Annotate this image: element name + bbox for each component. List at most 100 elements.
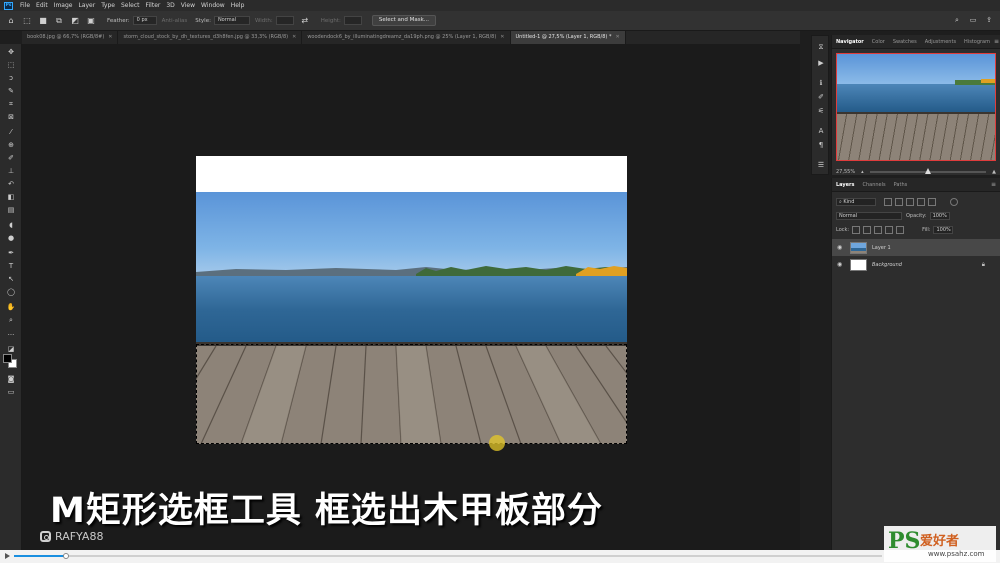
zoom-in-icon[interactable]: ▲ [992, 169, 996, 175]
clone-stamp-tool-icon[interactable]: ⊥ [5, 166, 17, 176]
tab-untitled-1[interactable]: Untitled-1 @ 27,5% (Layer 1, RGB/8) * ✕ [510, 31, 626, 44]
menu-layer[interactable]: Layer [75, 0, 98, 11]
feather-input[interactable]: 0 px [132, 16, 157, 25]
marquee-preset-icon[interactable]: ⬚ [22, 16, 32, 26]
close-icon[interactable]: ✕ [292, 31, 296, 44]
character-panel-icon[interactable]: A [816, 126, 826, 136]
close-icon[interactable]: ✕ [500, 31, 504, 44]
layer-filter-select[interactable]: ⌕ Kind [836, 198, 876, 206]
zoom-out-icon[interactable]: ▴ [861, 169, 864, 175]
fill-input[interactable]: 100% [933, 226, 954, 234]
pen-tool-icon[interactable]: ✒ [5, 248, 17, 258]
close-icon[interactable]: ✕ [615, 31, 619, 44]
hand-tool-icon[interactable]: ✋ [5, 302, 17, 312]
tab-swatches[interactable]: Swatches [889, 35, 921, 49]
crop-tool-icon[interactable]: ⌗ [5, 99, 17, 109]
quick-selection-tool-icon[interactable]: ✎ [5, 86, 17, 96]
tab-storm-cloud[interactable]: storm_cloud_stock_by_dh_textures_d3h8fen… [118, 31, 303, 44]
menu-help[interactable]: Help [228, 0, 248, 11]
panel-menu-icon[interactable]: ≡ [991, 181, 996, 188]
menu-image[interactable]: Image [51, 0, 76, 11]
brush-tool-icon[interactable]: ✐ [5, 153, 17, 163]
more-tools-icon[interactable]: ··· [5, 330, 17, 340]
eye-icon[interactable]: ◉ [837, 261, 845, 268]
add-selection-icon[interactable]: ⧉ [54, 16, 64, 26]
opacity-input[interactable]: 100% [929, 212, 950, 220]
tab-histogram[interactable]: Histogram [960, 35, 994, 49]
width-input[interactable] [275, 16, 294, 25]
tab-layers[interactable]: Layers [832, 178, 859, 192]
tab-book08[interactable]: book08.jpg @ 66,7% (RGB/8#) ✕ [22, 31, 119, 44]
workspace-icon[interactable]: ▭ [968, 15, 978, 25]
eraser-tool-icon[interactable]: ◧ [5, 192, 17, 202]
move-tool-icon[interactable]: ✥ [5, 47, 17, 57]
tab-color[interactable]: Color [868, 35, 889, 49]
swap-dimensions-icon[interactable]: ⇄ [300, 16, 310, 26]
lasso-tool-icon[interactable]: ↄ [5, 73, 17, 83]
home-icon[interactable]: ⌂ [6, 16, 16, 26]
brush-settings-icon[interactable]: ℹ [816, 78, 826, 88]
marquee-selection[interactable] [196, 344, 627, 444]
lock-image-icon[interactable] [863, 226, 872, 234]
menu-select[interactable]: Select [118, 0, 143, 11]
tab-navigator[interactable]: Navigator [832, 35, 868, 49]
photoshop-logo-icon[interactable]: Ps [4, 1, 13, 10]
subtract-selection-icon[interactable]: ◩ [70, 16, 80, 26]
lock-artboard-icon[interactable] [885, 226, 894, 234]
dodge-tool-icon[interactable]: ● [5, 233, 17, 243]
blur-tool-icon[interactable]: ◖ [5, 220, 17, 230]
eye-icon[interactable]: ◉ [837, 244, 845, 251]
filter-type-icon[interactable] [906, 198, 914, 206]
filter-pixel-icon[interactable] [884, 198, 892, 206]
tab-channels[interactable]: Channels [859, 178, 890, 192]
ellipse-tool-icon[interactable]: ◯ [5, 287, 17, 297]
play-icon[interactable] [5, 553, 10, 559]
quick-mask-icon[interactable]: ◙ [5, 374, 17, 384]
layer-row-background[interactable]: ◉ Background 🔒︎ [832, 256, 1000, 273]
search-icon[interactable]: ⌕ [952, 15, 962, 25]
filter-shape-icon[interactable] [917, 198, 925, 206]
lock-transparent-icon[interactable] [852, 226, 861, 234]
zoom-percent[interactable]: 27,55% [836, 169, 855, 175]
filter-smart-object-icon[interactable] [928, 198, 936, 206]
tab-wooden-dock[interactable]: woodendock6_by_illuminatingdreamz_da19ph… [302, 31, 511, 44]
clone-source-icon[interactable]: ⚟ [816, 106, 826, 116]
video-progress-knob[interactable] [63, 553, 70, 559]
menu-3d[interactable]: 3D [163, 0, 177, 11]
close-icon[interactable]: ✕ [108, 31, 112, 44]
filter-adjustment-icon[interactable] [895, 198, 903, 206]
eyedropper-tool-icon[interactable]: ⁄ [5, 127, 17, 137]
new-selection-icon[interactable]: ■ [38, 16, 48, 26]
lock-all-icon[interactable] [896, 226, 905, 234]
rectangular-marquee-tool-icon[interactable]: ⬚ [5, 60, 17, 70]
menu-edit[interactable]: Edit [33, 0, 51, 11]
properties-panel-icon[interactable]: ☰ [816, 160, 826, 170]
healing-brush-tool-icon[interactable]: ⊕ [5, 140, 17, 150]
menu-type[interactable]: Type [98, 0, 118, 11]
share-icon[interactable]: ⇪ [984, 15, 994, 25]
menu-file[interactable]: File [17, 0, 33, 11]
zoom-slider-knob[interactable] [924, 168, 931, 174]
height-input[interactable] [343, 16, 362, 25]
zoom-slider[interactable] [869, 168, 987, 174]
intersect-selection-icon[interactable]: ▣ [86, 16, 96, 26]
style-select[interactable]: Normal [213, 16, 250, 25]
navigator-preview[interactable] [836, 53, 996, 161]
layer-row-layer-1[interactable]: ◉ Layer 1 [832, 239, 1000, 256]
menu-window[interactable]: Window [198, 0, 228, 11]
path-selection-tool-icon[interactable]: ↖ [5, 274, 17, 284]
zoom-tool-icon[interactable]: ⌕ [5, 315, 17, 325]
type-tool-icon[interactable]: T [5, 261, 17, 271]
video-progress-track[interactable] [14, 553, 882, 559]
antialias-checkbox[interactable]: Anti-alias [162, 18, 188, 24]
document-canvas[interactable] [196, 156, 627, 444]
history-brush-tool-icon[interactable]: ↶ [5, 179, 17, 189]
filter-toggle-icon[interactable] [950, 198, 958, 206]
screen-mode-icon[interactable]: ▭ [5, 387, 17, 397]
brushes-panel-icon[interactable]: ✐ [816, 92, 826, 102]
paragraph-panel-icon[interactable]: ¶ [816, 140, 826, 150]
history-panel-icon[interactable]: ⧖ [816, 42, 826, 52]
actions-panel-icon[interactable]: ▶ [816, 58, 826, 68]
blend-mode-select[interactable]: Normal [836, 212, 902, 220]
frame-tool-icon[interactable]: ⊠ [5, 112, 17, 122]
